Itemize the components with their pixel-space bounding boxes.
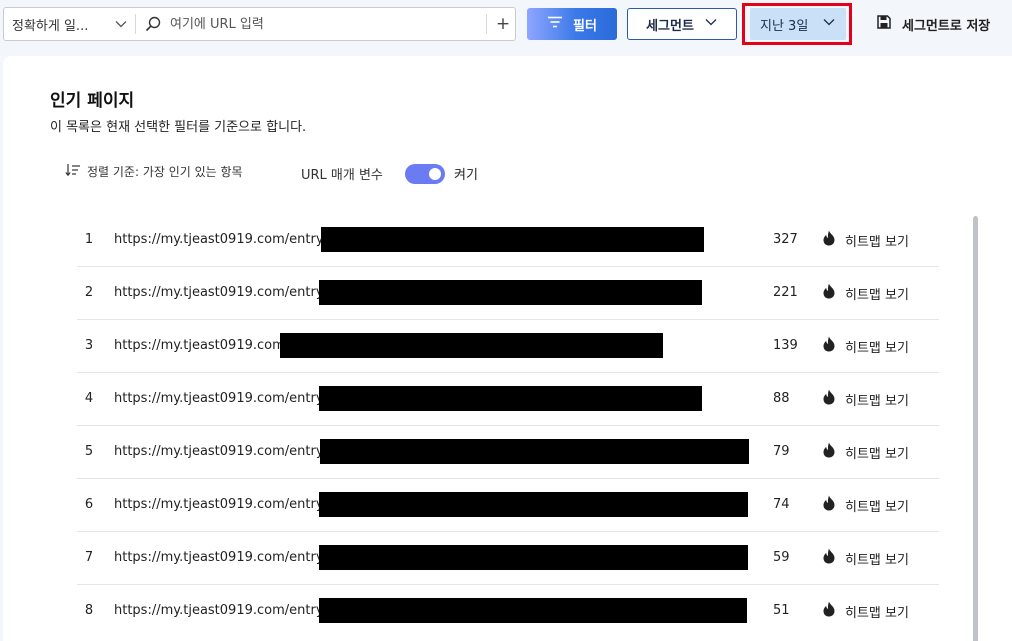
table-row: 1 https://my.tjeast0919.com/entry/327 히트맵 … — [77, 214, 939, 267]
redacted-url-part — [319, 492, 748, 517]
view-heatmap-button[interactable]: 히트맵 보기 — [822, 426, 909, 478]
redacted-url-part — [280, 333, 663, 358]
sort-label: 정렬 기준: 가장 인기 있는 항목 — [87, 165, 243, 179]
rank-number: 4 — [84, 391, 94, 406]
popular-pages-card: 인기 페이지 이 목록은 현재 선택한 필터를 기준으로 합니다. 정렬 기준:… — [3, 56, 1012, 641]
view-heatmap-button[interactable]: 히트맵 보기 — [822, 214, 909, 266]
view-heatmap-label: 히트맵 보기 — [845, 287, 909, 303]
page-url-link[interactable]: https://my.tjeast0919.com/entry/ — [114, 532, 328, 584]
view-heatmap-button[interactable]: 히트맵 보기 — [822, 320, 909, 372]
flame-icon — [822, 601, 836, 621]
page-url-link[interactable]: https://my.tjeast0919.com/ — [114, 320, 289, 372]
flame-icon — [822, 230, 836, 250]
divider — [486, 14, 487, 34]
view-heatmap-button[interactable]: 히트맵 보기 — [822, 532, 909, 584]
url-filter-box: 정확하게 일... + — [3, 7, 516, 41]
flame-icon — [822, 389, 836, 409]
view-heatmap-button[interactable]: 히트맵 보기 — [822, 585, 909, 637]
url-input[interactable] — [170, 12, 470, 36]
table-row: 8 https://my.tjeast0919.com/entry/51 히트맵 보… — [77, 585, 939, 638]
table-row: 5 https://my.tjeast0919.com/entry/79 히트맵 보… — [77, 426, 939, 479]
view-heatmap-button[interactable]: 히트맵 보기 — [822, 373, 909, 425]
view-heatmap-label: 히트맵 보기 — [845, 234, 909, 250]
filter-icon — [547, 15, 563, 33]
date-range-button[interactable]: 지난 3일 — [750, 8, 846, 40]
match-mode-label: 정확하게 일... — [12, 18, 89, 34]
scrollbar-thumb[interactable] — [973, 216, 978, 641]
view-heatmap-label: 히트맵 보기 — [845, 340, 909, 356]
view-heatmap-button[interactable]: 히트맵 보기 — [822, 267, 909, 319]
visit-count: 88 — [773, 391, 790, 406]
rank-number: 1 — [84, 232, 94, 247]
redacted-url-part — [319, 545, 748, 570]
view-heatmap-label: 히트맵 보기 — [845, 393, 909, 409]
rank-number: 3 — [84, 338, 94, 353]
save-as-segment-label: 세그먼트로 저장 — [902, 18, 991, 34]
url-params-state: 켜기 — [454, 168, 478, 183]
view-heatmap-label: 히트맵 보기 — [845, 499, 909, 515]
visit-count: 221 — [773, 285, 798, 300]
toggle-knob — [429, 168, 441, 180]
page-url-link[interactable]: https://my.tjeast0919.com/entry/ — [114, 426, 328, 478]
popular-pages-list: 1 https://my.tjeast0919.com/entry/327 히트맵 … — [77, 214, 939, 638]
table-row: 2 https://my.tjeast0919.com/entry/221 히트맵 … — [77, 267, 939, 320]
view-heatmap-label: 히트맵 보기 — [845, 605, 909, 621]
visit-count: 51 — [773, 603, 790, 618]
page-url-link[interactable]: https://my.tjeast0919.com/entry/ — [114, 267, 328, 319]
url-params-label: URL 매개 변수 — [301, 168, 383, 183]
save-as-segment-button[interactable]: 세그먼트로 저장 — [876, 8, 990, 40]
visit-count: 59 — [773, 550, 790, 565]
match-mode-select[interactable]: 정확하게 일... — [4, 8, 134, 40]
table-row: 3 https://my.tjeast0919.com/139 히트맵 보기 — [77, 320, 939, 373]
card-subtitle: 이 목록은 현재 선택한 필터를 기준으로 합니다. — [50, 120, 307, 135]
redacted-url-part — [319, 386, 702, 411]
segment-button[interactable]: 세그먼트 — [627, 8, 737, 40]
page-url-link[interactable]: https://my.tjeast0919.com/entry/ — [114, 585, 328, 637]
page-url-link[interactable]: https://my.tjeast0919.com/entry/ — [114, 214, 328, 266]
rank-number: 6 — [84, 497, 94, 512]
page-url-link[interactable]: https://my.tjeast0919.com/entry/ — [114, 479, 328, 531]
page-url-link[interactable]: https://my.tjeast0919.com/entry/ — [114, 373, 328, 425]
visit-count: 139 — [773, 338, 798, 353]
rank-number: 7 — [84, 550, 94, 565]
rank-number: 5 — [84, 444, 94, 459]
date-range-label: 지난 3일 — [760, 18, 809, 34]
table-row: 6 https://my.tjeast0919.com/entry/74 히트맵 보… — [77, 479, 939, 532]
top-toolbar: 정확하게 일... + 필터 세그먼트 지난 3일 — [0, 0, 1012, 50]
sort-button[interactable]: 정렬 기준: 가장 인기 있는 항목 — [65, 163, 243, 180]
redacted-url-part — [319, 280, 702, 305]
filter-button[interactable]: 필터 — [527, 8, 617, 40]
redacted-url-part — [319, 598, 747, 623]
sort-icon — [65, 163, 81, 180]
chevron-down-icon — [822, 15, 836, 33]
table-row: 7 https://my.tjeast0919.com/entry/59 히트맵 보… — [77, 532, 939, 585]
divider — [135, 14, 136, 34]
flame-icon — [822, 495, 836, 515]
chevron-down-icon — [704, 15, 718, 33]
segment-button-label: 세그먼트 — [646, 18, 694, 34]
flame-icon — [822, 442, 836, 462]
flame-icon — [822, 336, 836, 356]
redacted-url-part — [320, 439, 749, 464]
view-heatmap-label: 히트맵 보기 — [845, 446, 909, 462]
add-filter-button[interactable]: + — [492, 12, 514, 36]
flame-icon — [822, 548, 836, 568]
redacted-url-part — [321, 227, 704, 252]
visit-count: 327 — [773, 232, 798, 247]
chevron-down-icon — [114, 17, 128, 35]
url-params-toggle[interactable] — [405, 164, 445, 184]
table-row: 4 https://my.tjeast0919.com/entry/88 히트맵 보… — [77, 373, 939, 426]
card-title: 인기 페이지 — [50, 91, 135, 111]
search-icon — [144, 15, 162, 37]
view-heatmap-button[interactable]: 히트맵 보기 — [822, 479, 909, 531]
rank-number: 2 — [84, 285, 94, 300]
visit-count: 74 — [773, 497, 790, 512]
scrollbar[interactable] — [973, 216, 979, 641]
visit-count: 79 — [773, 444, 790, 459]
flame-icon — [822, 283, 836, 303]
rank-number: 8 — [84, 603, 94, 618]
view-heatmap-label: 히트맵 보기 — [845, 552, 909, 568]
save-icon — [876, 14, 892, 34]
filter-button-label: 필터 — [573, 18, 597, 34]
